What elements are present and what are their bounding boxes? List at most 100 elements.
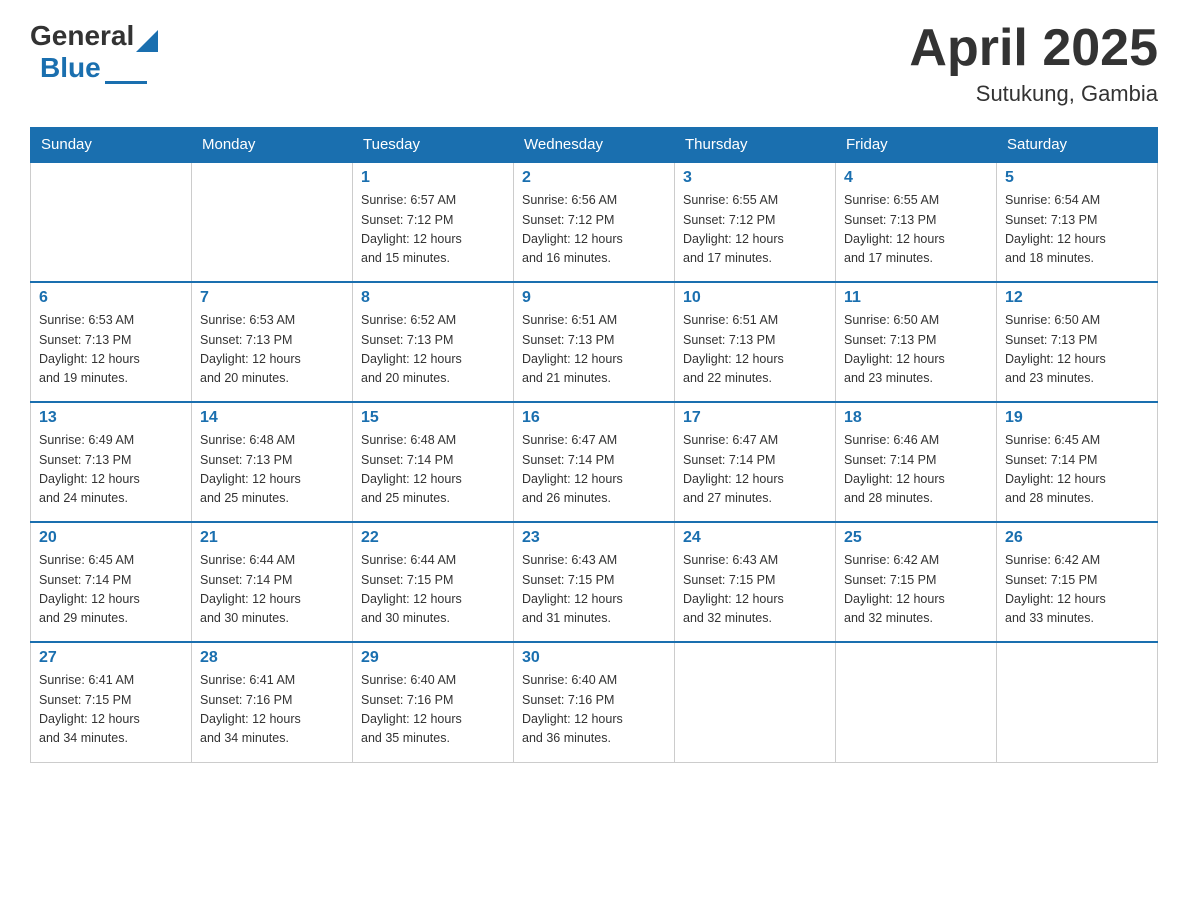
title-block: April 2025 Sutukung, Gambia xyxy=(909,20,1158,107)
calendar-cell: 29 Sunrise: 6:40 AM Sunset: 7:16 PM Dayli… xyxy=(353,642,514,762)
day-info: Sunrise: 6:51 AM Sunset: 7:13 PM Dayligh… xyxy=(683,311,827,389)
day-number: 10 xyxy=(683,289,827,307)
day-number: 4 xyxy=(844,169,988,187)
day-info: Sunrise: 6:53 AM Sunset: 7:13 PM Dayligh… xyxy=(39,311,183,389)
day-info: Sunrise: 6:44 AM Sunset: 7:15 PM Dayligh… xyxy=(361,551,505,629)
calendar-cell: 3 Sunrise: 6:55 AM Sunset: 7:12 PM Daylig… xyxy=(675,162,836,282)
calendar-cell xyxy=(675,642,836,762)
day-info: Sunrise: 6:47 AM Sunset: 7:14 PM Dayligh… xyxy=(683,431,827,509)
calendar-cell xyxy=(31,162,192,282)
calendar-week-row: 20 Sunrise: 6:45 AM Sunset: 7:14 PM Dayli… xyxy=(31,522,1158,642)
day-number: 6 xyxy=(39,289,183,307)
calendar-cell xyxy=(997,642,1158,762)
day-number: 20 xyxy=(39,529,183,547)
day-info: Sunrise: 6:40 AM Sunset: 7:16 PM Dayligh… xyxy=(361,671,505,749)
day-number: 8 xyxy=(361,289,505,307)
calendar-table: SundayMondayTuesdayWednesdayThursdayFrid… xyxy=(30,127,1158,763)
calendar-cell: 4 Sunrise: 6:55 AM Sunset: 7:13 PM Daylig… xyxy=(836,162,997,282)
logo-general: General xyxy=(30,20,134,52)
calendar-cell: 22 Sunrise: 6:44 AM Sunset: 7:15 PM Dayli… xyxy=(353,522,514,642)
day-info: Sunrise: 6:44 AM Sunset: 7:14 PM Dayligh… xyxy=(200,551,344,629)
calendar-cell: 8 Sunrise: 6:52 AM Sunset: 7:13 PM Daylig… xyxy=(353,282,514,402)
day-number: 19 xyxy=(1005,409,1149,427)
day-info: Sunrise: 6:41 AM Sunset: 7:15 PM Dayligh… xyxy=(39,671,183,749)
day-number: 24 xyxy=(683,529,827,547)
logo-triangle-icon xyxy=(136,30,158,52)
calendar-cell: 2 Sunrise: 6:56 AM Sunset: 7:12 PM Daylig… xyxy=(514,162,675,282)
calendar-cell: 27 Sunrise: 6:41 AM Sunset: 7:15 PM Dayli… xyxy=(31,642,192,762)
calendar-cell: 26Sunrise: 6:42 AM Sunset: 7:15 PM Dayli… xyxy=(997,522,1158,642)
day-number: 12 xyxy=(1005,289,1149,307)
day-number: 7 xyxy=(200,289,344,307)
day-number: 29 xyxy=(361,649,505,667)
day-info: Sunrise: 6:57 AM Sunset: 7:12 PM Dayligh… xyxy=(361,191,505,269)
calendar-cell xyxy=(836,642,997,762)
day-info: Sunrise: 6:47 AM Sunset: 7:14 PM Dayligh… xyxy=(522,431,666,509)
day-number: 21 xyxy=(200,529,344,547)
day-info: Sunrise: 6:52 AM Sunset: 7:13 PM Dayligh… xyxy=(361,311,505,389)
day-number: 3 xyxy=(683,169,827,187)
calendar-cell: 28 Sunrise: 6:41 AM Sunset: 7:16 PM Dayli… xyxy=(192,642,353,762)
weekday-header-wednesday: Wednesday xyxy=(514,128,675,163)
day-number: 11 xyxy=(844,289,988,307)
calendar-cell: 12 Sunrise: 6:50 AM Sunset: 7:13 PM Dayli… xyxy=(997,282,1158,402)
day-number: 30 xyxy=(522,649,666,667)
day-number: 16 xyxy=(522,409,666,427)
day-info: Sunrise: 6:45 AM Sunset: 7:14 PM Dayligh… xyxy=(39,551,183,629)
day-number: 22 xyxy=(361,529,505,547)
day-number: 25 xyxy=(844,529,988,547)
calendar-cell xyxy=(192,162,353,282)
calendar-cell: 25 Sunrise: 6:42 AM Sunset: 7:15 PM Dayli… xyxy=(836,522,997,642)
calendar-cell: 16 Sunrise: 6:47 AM Sunset: 7:14 PM Dayli… xyxy=(514,402,675,522)
calendar-cell: 5Sunrise: 6:54 AM Sunset: 7:13 PM Daylig… xyxy=(997,162,1158,282)
calendar-cell: 9Sunrise: 6:51 AM Sunset: 7:13 PM Daylig… xyxy=(514,282,675,402)
calendar-week-row: 1Sunrise: 6:57 AM Sunset: 7:12 PM Daylig… xyxy=(31,162,1158,282)
calendar-cell: 6 Sunrise: 6:53 AM Sunset: 7:13 PM Daylig… xyxy=(31,282,192,402)
day-info: Sunrise: 6:45 AM Sunset: 7:14 PM Dayligh… xyxy=(1005,431,1149,509)
calendar-cell: 15Sunrise: 6:48 AM Sunset: 7:14 PM Dayli… xyxy=(353,402,514,522)
calendar-cell: 11 Sunrise: 6:50 AM Sunset: 7:13 PM Dayli… xyxy=(836,282,997,402)
calendar-week-row: 13 Sunrise: 6:49 AM Sunset: 7:13 PM Dayli… xyxy=(31,402,1158,522)
calendar-cell: 21 Sunrise: 6:44 AM Sunset: 7:14 PM Dayli… xyxy=(192,522,353,642)
page-title: April 2025 xyxy=(909,20,1158,77)
day-number: 17 xyxy=(683,409,827,427)
weekday-header-row: SundayMondayTuesdayWednesdayThursdayFrid… xyxy=(31,128,1158,163)
day-info: Sunrise: 6:40 AM Sunset: 7:16 PM Dayligh… xyxy=(522,671,666,749)
day-info: Sunrise: 6:41 AM Sunset: 7:16 PM Dayligh… xyxy=(200,671,344,749)
calendar-week-row: 6 Sunrise: 6:53 AM Sunset: 7:13 PM Daylig… xyxy=(31,282,1158,402)
day-info: Sunrise: 6:55 AM Sunset: 7:12 PM Dayligh… xyxy=(683,191,827,269)
day-number: 13 xyxy=(39,409,183,427)
day-info: Sunrise: 6:49 AM Sunset: 7:13 PM Dayligh… xyxy=(39,431,183,509)
weekday-header-tuesday: Tuesday xyxy=(353,128,514,163)
day-info: Sunrise: 6:54 AM Sunset: 7:13 PM Dayligh… xyxy=(1005,191,1149,269)
calendar-cell: 18 Sunrise: 6:46 AM Sunset: 7:14 PM Dayli… xyxy=(836,402,997,522)
day-info: Sunrise: 6:46 AM Sunset: 7:14 PM Dayligh… xyxy=(844,431,988,509)
logo-blue: Blue xyxy=(40,52,101,84)
day-number: 28 xyxy=(200,649,344,667)
calendar-week-row: 27 Sunrise: 6:41 AM Sunset: 7:15 PM Dayli… xyxy=(31,642,1158,762)
weekday-header-monday: Monday xyxy=(192,128,353,163)
calendar-cell: 30 Sunrise: 6:40 AM Sunset: 7:16 PM Dayli… xyxy=(514,642,675,762)
day-info: Sunrise: 6:56 AM Sunset: 7:12 PM Dayligh… xyxy=(522,191,666,269)
day-number: 14 xyxy=(200,409,344,427)
day-number: 26 xyxy=(1005,529,1149,547)
calendar-cell: 23Sunrise: 6:43 AM Sunset: 7:15 PM Dayli… xyxy=(514,522,675,642)
day-info: Sunrise: 6:48 AM Sunset: 7:13 PM Dayligh… xyxy=(200,431,344,509)
calendar-cell: 17 Sunrise: 6:47 AM Sunset: 7:14 PM Dayli… xyxy=(675,402,836,522)
calendar-cell: 19 Sunrise: 6:45 AM Sunset: 7:14 PM Dayli… xyxy=(997,402,1158,522)
day-info: Sunrise: 6:50 AM Sunset: 7:13 PM Dayligh… xyxy=(1005,311,1149,389)
page-subtitle: Sutukung, Gambia xyxy=(909,81,1158,107)
day-info: Sunrise: 6:55 AM Sunset: 7:13 PM Dayligh… xyxy=(844,191,988,269)
day-number: 18 xyxy=(844,409,988,427)
day-number: 9 xyxy=(522,289,666,307)
day-info: Sunrise: 6:42 AM Sunset: 7:15 PM Dayligh… xyxy=(844,551,988,629)
calendar-cell: 20 Sunrise: 6:45 AM Sunset: 7:14 PM Dayli… xyxy=(31,522,192,642)
calendar-cell: 13 Sunrise: 6:49 AM Sunset: 7:13 PM Dayli… xyxy=(31,402,192,522)
calendar-cell: 24Sunrise: 6:43 AM Sunset: 7:15 PM Dayli… xyxy=(675,522,836,642)
day-number: 23 xyxy=(522,529,666,547)
day-number: 2 xyxy=(522,169,666,187)
weekday-header-sunday: Sunday xyxy=(31,128,192,163)
day-info: Sunrise: 6:50 AM Sunset: 7:13 PM Dayligh… xyxy=(844,311,988,389)
calendar-cell: 14 Sunrise: 6:48 AM Sunset: 7:13 PM Dayli… xyxy=(192,402,353,522)
day-number: 27 xyxy=(39,649,183,667)
